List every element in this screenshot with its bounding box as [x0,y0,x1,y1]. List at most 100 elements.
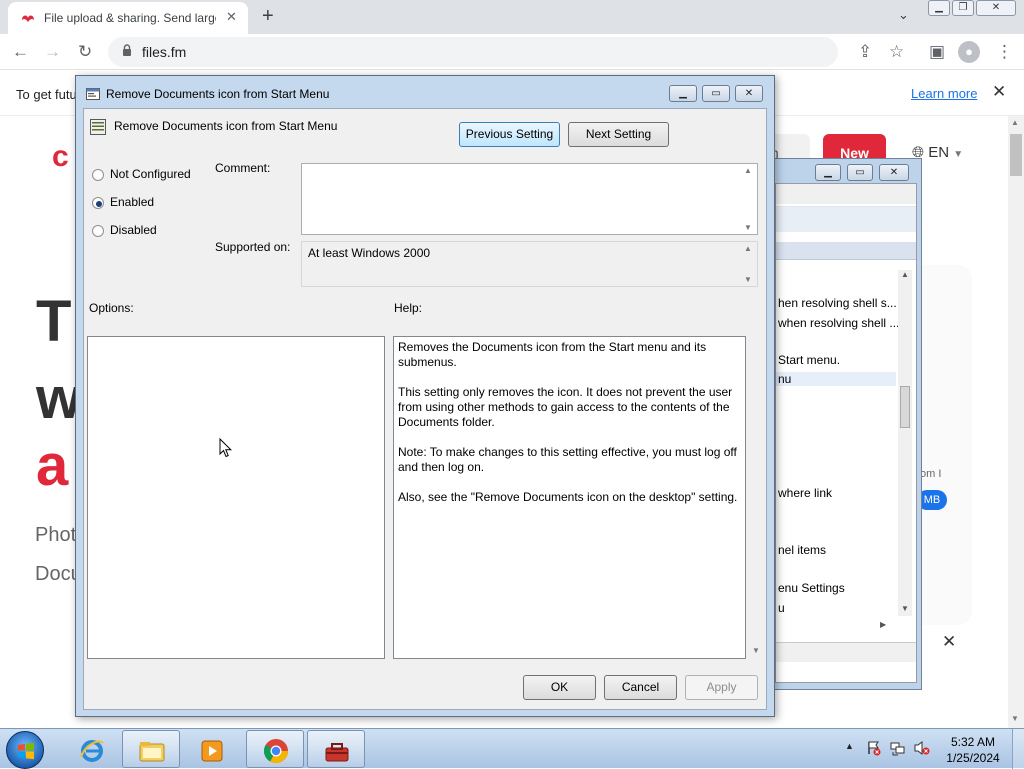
address-bar[interactable]: files.fm [108,37,838,67]
scroll-down-icon[interactable]: ▼ [1011,714,1019,723]
side-panel-icon[interactable]: ▣ [929,42,945,62]
browser-tab[interactable]: File upload & sharing. Send large files … [8,2,248,34]
group-policy-editor-window: ▁ ▭ ✕ hen resolving shell s... when reso… [770,158,922,690]
taskbar-chrome[interactable] [246,730,304,768]
scroll-up-icon[interactable]: ▲ [1011,118,1019,127]
setting-icon [90,119,106,135]
media-player-icon [201,740,223,762]
supported-on-value: At least Windows 2000 [308,246,431,260]
info-banner-text: To get futu [16,87,77,102]
bg-list-item[interactable]: u [778,601,785,615]
bg-list-item[interactable]: where link [778,486,832,500]
kebab-menu-icon[interactable]: ⋮ [996,42,1013,62]
taskbar: ▲ 5:32 AM 1/25/2024 [0,728,1024,769]
hero-subtext-1: Phot [35,524,77,546]
browser-tab-strip: File upload & sharing. Send large files … [0,0,1024,34]
tab-search-chevron-icon[interactable]: ⌄ [898,7,909,23]
taskbar-group-policy[interactable] [307,730,365,768]
cancel-button[interactable]: Cancel [604,675,677,700]
scroll-right-icon[interactable]: ▶ [880,620,886,629]
bg-list-item[interactable]: when resolving shell ... [778,316,899,330]
bg-list-item-selected[interactable]: nu [776,372,896,386]
taskbar-file-explorer[interactable] [122,730,180,768]
dialog-maximize-button[interactable]: ▭ [702,85,730,102]
bg-scrollbar[interactable]: ▲ ▼ [898,270,912,616]
scroll-up-icon[interactable]: ▲ [744,166,752,175]
supported-scrollbar[interactable]: ▲ ▼ [740,242,757,286]
windows-logo-icon [18,742,34,760]
network-icon[interactable] [890,740,906,756]
taskbar-media-player[interactable] [182,730,240,768]
new-tab-button[interactable]: + [262,5,274,28]
back-arrow-icon[interactable]: ← [12,42,29,62]
apply-button[interactable]: Apply [685,675,758,700]
previous-setting-button[interactable]: Previous Setting [459,122,560,147]
bg-list-item[interactable]: nel items [778,543,826,557]
file-explorer-icon [139,742,165,762]
bg-list-item[interactable]: hen resolving shell s... [778,296,897,310]
share-icon[interactable]: ⇪ [858,42,872,62]
action-center-icon[interactable] [866,740,882,756]
window-minimize-button[interactable]: ▁ [928,0,950,16]
scroll-down-icon[interactable]: ▼ [744,275,752,284]
radio-circle [92,225,104,237]
filesfm-logo[interactable]: c [52,140,69,174]
scroll-down-icon[interactable]: ▼ [752,646,760,655]
dialog-title: Remove Documents icon from Start Menu [106,87,330,101]
bg-scroll-thumb[interactable] [900,386,910,428]
page-scrollbar[interactable]: ▲ ▼ [1008,116,1024,728]
bg-maximize-button[interactable]: ▭ [847,164,873,181]
ok-button[interactable]: OK [523,675,596,700]
next-setting-button[interactable]: Next Setting [568,122,669,147]
options-panel [87,336,385,659]
tab-close-icon[interactable]: ✕ [226,9,237,25]
bg-menu-bar [776,184,916,204]
learn-more-link[interactable]: Learn more [911,86,977,101]
policy-window-icon [86,87,100,101]
comment-scrollbar[interactable]: ▲ ▼ [740,164,757,234]
policy-setting-dialog: Remove Documents icon from Start Menu ▁ … [75,75,775,717]
help-paragraph: This setting only removes the icon. It d… [398,385,733,429]
page-scroll-thumb[interactable] [1010,134,1022,176]
radio-circle-selected [92,197,104,209]
volume-muted-icon[interactable] [914,740,930,756]
bg-list-item[interactable]: Start menu. [778,353,840,367]
bg-toolbar [776,206,916,232]
dialog-minimize-button[interactable]: ▁ [669,85,697,102]
scroll-up-icon[interactable]: ▲ [901,270,909,279]
help-label: Help: [394,301,423,315]
scroll-up-icon[interactable]: ▲ [744,244,752,253]
supported-on-field: At least Windows 2000 ▲ ▼ [301,241,758,287]
clock-time[interactable]: 5:32 AM [946,735,1000,749]
window-restore-button[interactable]: ❐ [952,0,974,16]
card-close-icon[interactable]: ✕ [942,632,956,652]
window-close-button[interactable]: ✕ [976,0,1016,16]
profile-avatar[interactable]: ● [958,41,980,63]
options-label: Options: [89,301,134,315]
lock-icon[interactable] [122,44,132,59]
start-button[interactable] [6,731,44,769]
help-text-panel[interactable]: Removes the Documents icon from the Star… [393,336,746,659]
upload-card-text: om I [920,468,942,480]
dialog-close-button[interactable]: ✕ [735,85,763,102]
help-paragraph: Also, see the "Remove Documents icon on … [398,490,738,504]
close-icon[interactable]: ✕ [992,82,1006,102]
tray-overflow-icon[interactable]: ▲ [845,741,854,751]
bg-status-bar [776,642,916,662]
bg-close-button[interactable]: ✕ [879,164,909,181]
bg-window-content: hen resolving shell s... when resolving … [775,183,917,683]
clock-date[interactable]: 1/25/2024 [946,751,1000,765]
setting-name: Remove Documents icon from Start Menu [114,119,338,133]
filesfm-favicon-icon [20,11,36,25]
reload-icon[interactable]: ↻ [78,42,92,62]
bg-minimize-button[interactable]: ▁ [815,164,841,181]
bg-list-item[interactable]: enu Settings [778,581,845,595]
scroll-down-icon[interactable]: ▼ [901,604,909,613]
taskbar-internet-explorer[interactable] [62,730,120,768]
bookmark-star-icon[interactable]: ☆ [889,42,904,62]
scroll-down-icon[interactable]: ▼ [744,223,752,232]
dialog-body: Remove Documents icon from Start Menu Pr… [83,108,767,710]
comment-textarea[interactable]: ▲ ▼ [301,163,758,235]
show-desktop-button[interactable] [1012,729,1024,769]
forward-arrow-icon[interactable]: → [44,42,61,62]
